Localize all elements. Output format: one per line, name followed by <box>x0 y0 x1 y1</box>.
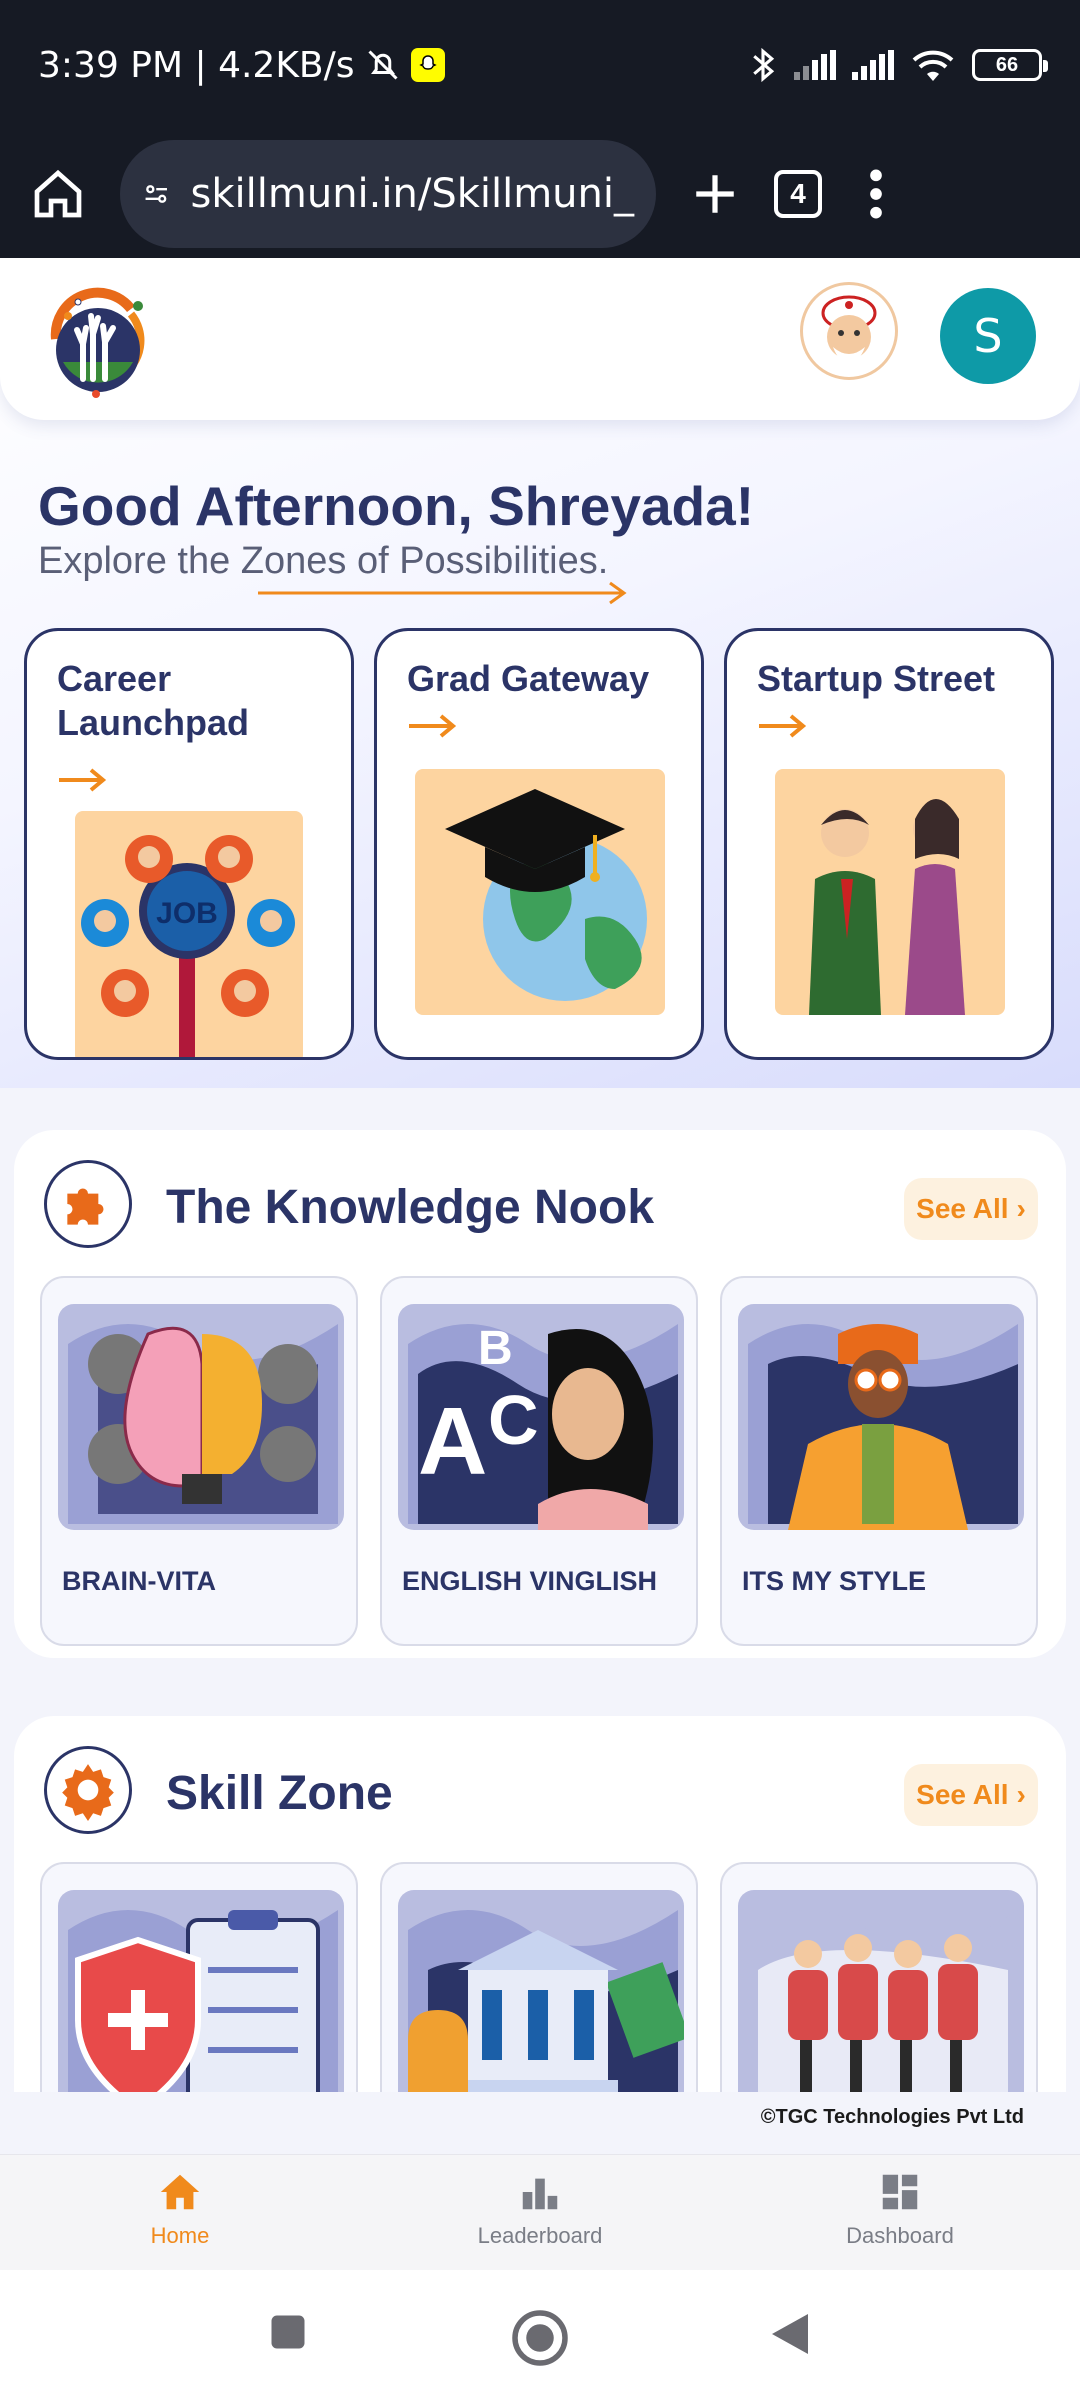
signal-icon <box>794 50 836 80</box>
abc-woman-illustration: A B C <box>398 1304 684 1530</box>
wifi-icon <box>912 50 954 81</box>
copyright-text: ©TGC Technologies Pvt Ltd <box>760 2106 1024 2128</box>
nav-label: Leaderboard <box>477 2223 603 2248</box>
course-label: ENGLISH VINGLISH <box>402 1566 658 1596</box>
course-card-brain-vita[interactable]: BRAIN-VITA <box>40 1276 358 1646</box>
bottom-navigation: Home Leaderboard Dashboard <box>0 2154 1080 2270</box>
course-card-english-vinglish[interactable]: A B C ENGLISH VINGLISH <box>380 1276 698 1646</box>
see-all-button[interactable]: See All › <box>904 1764 1038 1826</box>
zone-title: Career Launchpad <box>57 657 249 745</box>
snapchat-icon <box>410 48 445 82</box>
url-text[interactable]: skillmuni.in/Skillmuni_ <box>191 171 634 217</box>
skill-zone-section: Skill Zone See All › <box>14 1716 1066 2154</box>
bluetooth-icon <box>753 47 775 83</box>
battery-icon: 66 <box>972 49 1048 81</box>
mute-bell-icon <box>367 50 398 80</box>
browser-toolbar: skillmuni.in/Skillmuni_ 4 <box>0 130 1080 258</box>
new-tab-icon[interactable] <box>690 169 740 219</box>
graduation-globe-illustration <box>415 769 665 1015</box>
zone-card-startup-street[interactable]: Startup Street <box>724 628 1054 1060</box>
skillmuni-logo[interactable] <box>38 284 160 402</box>
nav-home[interactable]: Home <box>60 2169 300 2249</box>
zone-card-grad-gateway[interactable]: Grad Gateway <box>374 628 704 1060</box>
greeting-heading: Good Afternoon, Shreyada! <box>38 475 755 537</box>
arrow-right-icon <box>759 714 807 738</box>
tab-count: 4 <box>790 178 806 209</box>
mascot-icon <box>821 295 877 363</box>
tab-switcher-button[interactable]: 4 <box>774 170 822 218</box>
svg-text:A: A <box>418 1388 487 1495</box>
nav-label: Dashboard <box>846 2223 954 2248</box>
zone-title-line: Launchpad <box>57 702 250 743</box>
page-content: S Good Afternoon, Shreyada! Explore the … <box>0 258 1080 2154</box>
svg-text:JOB: JOB <box>156 897 218 930</box>
site-settings-icon[interactable] <box>142 172 171 216</box>
zone-title: Startup Street <box>757 658 996 699</box>
business-people-illustration <box>775 769 1005 1015</box>
zone-title: Grad Gateway <box>407 658 650 699</box>
see-all-label: See All <box>916 1193 1009 1224</box>
hospitality-staff-illustration <box>738 1890 1024 2116</box>
section-title: The Knowledge Nook <box>166 1181 655 1234</box>
arrow-right-icon <box>409 714 457 738</box>
more-icon[interactable] <box>856 166 896 222</box>
course-label: ITS MY STYLE <box>742 1566 927 1596</box>
signal-icon <box>852 50 894 80</box>
chevron-right-icon: › <box>1016 1193 1026 1224</box>
back-icon[interactable] <box>768 2310 812 2358</box>
nav-label: Home <box>150 2223 210 2248</box>
nav-dashboard[interactable]: Dashboard <box>780 2169 1020 2249</box>
svg-text:C: C <box>488 1381 539 1459</box>
nav-leaderboard[interactable]: Leaderboard <box>420 2169 660 2249</box>
recents-icon[interactable] <box>266 2310 310 2354</box>
arrow-right-icon <box>59 768 107 792</box>
course-label: BRAIN-VITA <box>62 1566 216 1596</box>
svg-text:B: B <box>478 1322 513 1375</box>
bank-money-illustration <box>398 1890 684 2116</box>
status-bar: 3:39 PM | 4.2KB/s 66 <box>0 0 1080 130</box>
home-icon[interactable] <box>30 166 86 222</box>
see-all-label: See All <box>916 1779 1009 1810</box>
section-title: Skill Zone <box>166 1767 393 1820</box>
puzzle-icon <box>44 1160 132 1248</box>
chevron-right-icon: › <box>1016 1779 1026 1810</box>
address-bar[interactable]: skillmuni.in/Skillmuni_ <box>120 140 656 248</box>
job-search-illustration: JOB <box>75 811 303 1057</box>
battery-level: 66 <box>995 53 1019 76</box>
zone-title-line: Career <box>57 658 172 699</box>
course-card-its-my-style[interactable]: ITS MY STYLE <box>720 1276 1038 1646</box>
avatar-initial: S <box>973 309 1003 363</box>
gear-icon <box>44 1746 132 1834</box>
zone-card-career-launchpad[interactable]: Career Launchpad JOB <box>24 628 354 1060</box>
knowledge-nook-section: The Knowledge Nook See All› BRAIN-VITA <box>14 1130 1066 1658</box>
underline-arrow-icon <box>258 581 627 605</box>
hero-subtitle: Explore the Zones of Possibilities. <box>38 540 609 582</box>
dashboard-icon <box>882 2174 918 2210</box>
home-icon <box>160 2174 200 2210</box>
status-time: 3:39 PM | 4.2KB/s <box>38 44 355 86</box>
system-navigation-bar <box>0 2270 1080 2400</box>
user-avatar[interactable]: S <box>940 288 1036 384</box>
health-shield-clipboard-illustration <box>58 1890 344 2116</box>
mascot-chat-button[interactable] <box>800 282 898 380</box>
see-all-button[interactable]: See All › <box>904 1178 1038 1240</box>
home-circle-icon[interactable] <box>510 2308 570 2368</box>
fashion-woman-illustration <box>738 1304 1024 1530</box>
app-header: S <box>0 258 1080 420</box>
brain-gears-illustration <box>58 1304 344 1530</box>
leaderboard-icon <box>522 2178 558 2210</box>
